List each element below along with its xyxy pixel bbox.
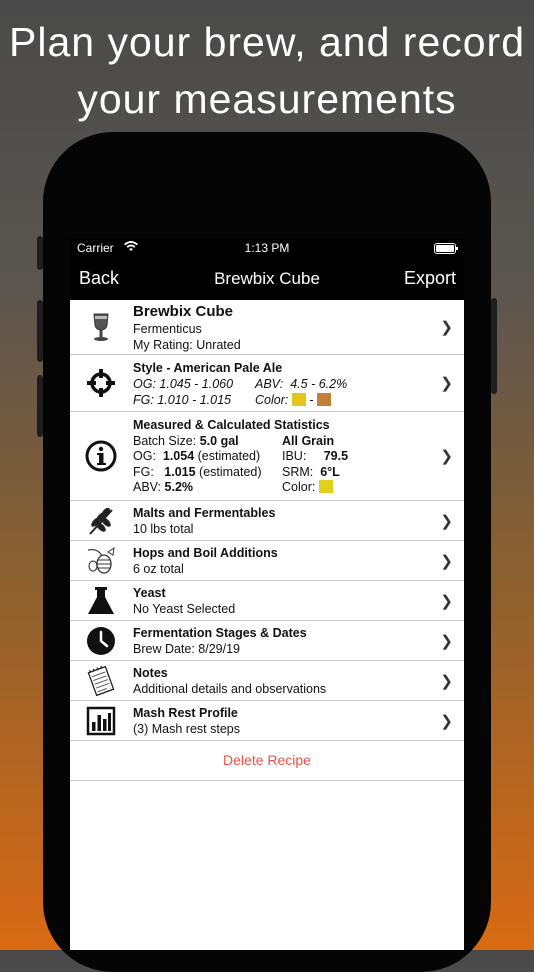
chevron-right-icon: ❯ [440, 712, 453, 730]
style-fg-label: FG: [133, 393, 154, 407]
stats-srm-label: SRM: [282, 464, 314, 479]
wheat-icon [84, 504, 118, 538]
recipe-info-row[interactable]: Brewbix Cube Fermenticus My Rating: Unra… [70, 300, 464, 355]
navigation-bar: Back Brewbix Cube Export [70, 258, 464, 300]
notes-row[interactable]: Notes Additional details and observation… [70, 661, 464, 701]
stats-og-value: 1.054 [162, 449, 195, 463]
phone-volume-down [37, 375, 43, 437]
stats-abv-label: ABV: [133, 480, 162, 494]
fermentation-title: Fermentation Stages & Dates [133, 626, 307, 640]
stats-ibu-label: IBU: [282, 449, 307, 463]
yeast-row[interactable]: Yeast No Yeast Selected ❯ [70, 581, 464, 621]
style-title: Style - American Pale Ale [133, 361, 283, 375]
stats-srm-value: 6°L [320, 464, 340, 479]
stats-fg-note: (estimated) [199, 464, 262, 479]
headline-line-1: Plan your brew, and record [9, 19, 525, 65]
hops-summary: 6 oz total [133, 562, 184, 576]
promo-headline: Plan your brew, and record your measurem… [0, 14, 534, 128]
mash-summary: (3) Mash rest steps [133, 722, 240, 736]
statistics-row[interactable]: Measured & Calculated Statistics Batch S… [70, 412, 464, 501]
status-time: 1:13 PM [244, 241, 290, 255]
export-button[interactable]: Export [404, 268, 456, 289]
chevron-right-icon: ❯ [440, 672, 453, 690]
recipe-detail-list: Brewbix Cube Fermenticus My Rating: Unra… [70, 300, 464, 781]
clock-icon [84, 624, 118, 658]
status-bar: Carrier 1:13 PM [70, 238, 464, 258]
delete-recipe-button[interactable]: Delete Recipe [70, 741, 464, 781]
notepad-icon [84, 664, 118, 698]
yeast-title: Yeast [133, 586, 166, 600]
recipe-name: Brewbix Cube [133, 303, 234, 320]
stats-color-label: Color: [282, 480, 316, 494]
chevron-right-icon: ❯ [440, 552, 453, 570]
style-fg-value: 1.010 - 1.015 [157, 393, 231, 407]
hops-title: Hops and Boil Additions [133, 546, 278, 560]
headline-line-2: your measurements [77, 76, 457, 122]
stats-fg-value: 1.015 [164, 464, 196, 479]
stats-batch-value: 5.0 gal [199, 433, 239, 448]
chevron-right-icon: ❯ [440, 319, 453, 336]
stats-title: Measured & Calculated Statistics [133, 418, 330, 432]
stats-color-swatch [318, 480, 333, 493]
mash-row[interactable]: Mash Rest Profile (3) Mash rest steps ❯ [70, 701, 464, 741]
chevron-right-icon: ❯ [440, 448, 453, 465]
phone-side-switch [37, 236, 43, 270]
crosshair-target-icon [84, 366, 118, 400]
fermentation-summary: Brew Date: 8/29/19 [133, 642, 241, 656]
phone-volume-up [37, 300, 43, 362]
mash-title: Mash Rest Profile [133, 706, 238, 720]
stats-batch-label: Batch Size: [133, 433, 197, 448]
phone-power-button [491, 298, 497, 394]
hops-icon [84, 544, 118, 578]
malts-row[interactable]: Malts and Fermentables 10 lbs total ❯ [70, 501, 464, 541]
fermentation-row[interactable]: Fermentation Stages & Dates Brew Date: 8… [70, 621, 464, 661]
style-color-low-swatch [291, 393, 306, 406]
info-icon [84, 439, 118, 473]
recipe-rating: My Rating: Unrated [133, 338, 241, 352]
style-color-high-swatch [316, 393, 331, 406]
chevron-right-icon: ❯ [440, 632, 453, 650]
stats-abv-value: 5.2% [164, 480, 194, 494]
stats-og-label: OG: [133, 449, 156, 463]
style-color-dash: - [309, 393, 314, 407]
bar-chart-icon [84, 704, 118, 738]
stats-ibu-value: 79.5 [323, 449, 349, 463]
hops-row[interactable]: Hops and Boil Additions 6 oz total ❯ [70, 541, 464, 581]
chevron-right-icon: ❯ [440, 592, 453, 610]
battery-icon [434, 243, 458, 254]
style-og-value: 1.045 - 1.060 [159, 377, 234, 391]
beer-glass-icon [84, 310, 118, 344]
style-color-label: Color: [255, 393, 289, 407]
notes-summary: Additional details and observations [133, 682, 327, 696]
recipe-brewer: Fermenticus [133, 322, 202, 336]
style-og-label: OG: [133, 377, 156, 391]
style-row[interactable]: Style - American Pale Ale OG: 1.045 - 1.… [70, 355, 464, 412]
notes-title: Notes [133, 666, 168, 680]
yeast-summary: No Yeast Selected [133, 602, 236, 616]
stats-fg-label: FG: [133, 464, 154, 479]
stats-og-note: (estimated) [197, 449, 261, 463]
style-abv-label: ABV: [255, 377, 284, 391]
malts-title: Malts and Fermentables [133, 506, 276, 520]
chevron-right-icon: ❯ [440, 375, 453, 392]
malts-summary: 10 lbs total [133, 522, 194, 536]
chevron-right-icon: ❯ [440, 512, 453, 530]
flask-icon [84, 584, 118, 618]
style-abv-value: 4.5 - 6.2% [290, 377, 348, 391]
stats-brew-type: All Grain [282, 433, 335, 448]
app-screen: Carrier 1:13 PM Back Brewbix Cube Export… [70, 238, 464, 950]
